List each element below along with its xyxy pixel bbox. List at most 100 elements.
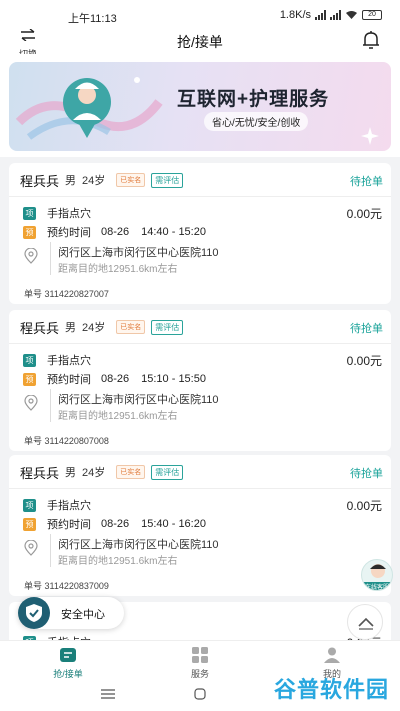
order-number-value: 3114220807008 — [44, 436, 109, 446]
appointment-line: 预 预约时间 08-26 14:40 - 15:20 — [23, 224, 206, 240]
order-status[interactable]: 待抢单 — [350, 173, 383, 189]
home-icon[interactable] — [194, 688, 206, 700]
item-chip: 项 — [23, 498, 36, 512]
appt-label: 预约时间 — [47, 519, 91, 531]
customer-age: 24岁 — [82, 467, 106, 479]
menu-icon[interactable] — [101, 689, 115, 699]
distance: 距离目的地12951.6km左右 — [58, 556, 178, 567]
back-to-top-button[interactable] — [347, 604, 383, 640]
divider — [9, 343, 391, 344]
status-icons: 1.8K/s 20 — [280, 9, 382, 21]
safety-center-label: 安全中心 — [61, 609, 105, 621]
customer-gender: 男 — [65, 467, 77, 479]
address: 闵行区上海市闵行区中心医院110 — [58, 539, 219, 551]
status-bar: 上午11:13 1.8K/s 20 — [0, 0, 400, 30]
app-header: 切换 抢/接单 — [0, 28, 400, 59]
wifi-icon — [346, 11, 357, 19]
grid-icon — [192, 647, 208, 663]
order-number: 单号 3114220827007 — [24, 287, 109, 300]
bell-icon[interactable] — [362, 30, 380, 50]
appointment-line: 预 预约时间 08-26 15:10 - 15:50 — [23, 371, 206, 387]
customer-info: 程兵兵 男 24岁 已实名 需评估 — [20, 463, 184, 481]
order-number-value: 3114220827007 — [44, 289, 109, 299]
customer-gender: 男 — [65, 322, 77, 334]
order-prefix: 单号 — [24, 289, 43, 299]
appt-chip: 预 — [23, 225, 36, 239]
appt-date: 08-26 — [101, 226, 130, 238]
appt-time: 14:40 - 15:20 — [141, 226, 206, 238]
item-chip: 项 — [23, 206, 36, 220]
order-status[interactable]: 待抢单 — [350, 465, 383, 481]
address: 闵行区上海市闵行区中心医院110 — [58, 247, 219, 259]
grab-order-icon — [60, 648, 76, 662]
order-status[interactable]: 待抢单 — [350, 320, 383, 336]
address: 闵行区上海市闵行区中心医院110 — [58, 394, 219, 406]
signal-2-icon — [330, 10, 341, 20]
customer-name: 程兵兵 — [20, 320, 60, 336]
nurse-illustration — [15, 77, 163, 140]
distance: 距离目的地12951.6km左右 — [58, 411, 178, 422]
promo-banner[interactable]: 互联网+护理服务 省心/无忧/安全/创收 — [9, 62, 391, 151]
customer-service-label: 在线客服 — [362, 582, 392, 590]
order-card[interactable]: 程兵兵 男 24岁 已实名 需评估 待抢单 项 手指点穴 0.00元 预 预约时… — [9, 455, 391, 596]
appt-time: 15:40 - 16:20 — [141, 518, 206, 530]
address-separator — [50, 534, 51, 567]
customer-info: 程兵兵 男 24岁 已实名 需评估 — [20, 171, 184, 189]
safety-center-button[interactable]: 安全中心 — [18, 597, 124, 629]
location-icon — [24, 395, 38, 411]
chevron-up-icon — [358, 617, 374, 630]
agent-avatar-icon — [370, 564, 386, 578]
assess-badge: 需评估 — [151, 319, 184, 335]
order-card[interactable]: 程兵兵 男 24岁 已实名 需评估 待抢单 项 手指点穴 0.00元 预 预约时… — [9, 163, 391, 304]
banner-subtitle: 省心/无忧/安全/创收 — [204, 112, 309, 131]
service-line: 项 手指点穴 — [23, 205, 91, 221]
address-separator — [50, 242, 51, 275]
service-name: 手指点穴 — [47, 500, 91, 512]
page-title: 抢/接单 — [177, 34, 223, 50]
order-number-value: 3114220837009 — [44, 581, 109, 591]
tab-service-label: 服务 — [190, 669, 209, 679]
tab-grab-order[interactable]: 抢/接单 — [38, 647, 98, 680]
shield-check-icon — [26, 604, 42, 622]
order-prefix: 单号 — [24, 436, 43, 446]
banner-section: 互联网+护理服务 省心/无忧/安全/创收 — [0, 54, 400, 157]
customer-name: 程兵兵 — [20, 173, 60, 189]
appt-date: 08-26 — [101, 518, 130, 530]
divider — [9, 196, 391, 197]
user-icon — [324, 647, 340, 663]
service-name: 手指点穴 — [47, 355, 91, 367]
service-line: 项 手指点穴 — [23, 497, 91, 513]
status-time: 上午11:13 — [68, 13, 117, 25]
customer-gender: 男 — [65, 175, 77, 187]
divider — [9, 488, 391, 489]
watermark-logo: 谷普软件园 — [274, 677, 390, 702]
assess-badge: 需评估 — [151, 464, 184, 480]
appt-label: 预约时间 — [47, 227, 91, 239]
customer-service-button[interactable]: 在线客服 — [361, 559, 393, 591]
appt-chip: 预 — [23, 517, 36, 531]
signal-icon — [315, 10, 326, 20]
network-speed: 1.8K/s — [279, 9, 311, 21]
service-name: 手指点穴 — [47, 208, 91, 220]
order-prefix: 单号 — [24, 581, 43, 591]
customer-age: 24岁 — [82, 322, 106, 334]
appointment-line: 预 预约时间 08-26 15:40 - 16:20 — [23, 516, 206, 532]
order-card[interactable]: 程兵兵 男 24岁 已实名 需评估 待抢单 项 手指点穴 0.00元 预 预约时… — [9, 310, 391, 451]
order-price: 0.00元 — [346, 207, 382, 221]
customer-info: 程兵兵 男 24岁 已实名 需评估 — [20, 318, 184, 336]
appt-label: 预约时间 — [47, 374, 91, 386]
order-price: 0.00元 — [346, 354, 382, 368]
appt-chip: 预 — [23, 372, 36, 386]
customer-name: 程兵兵 — [20, 465, 60, 481]
address-separator — [50, 389, 51, 422]
order-number: 单号 3114220837009 — [24, 579, 109, 592]
tab-service[interactable]: 服务 — [170, 647, 230, 680]
battery-icon: 20 — [362, 10, 382, 20]
verified-badge: 已实名 — [116, 320, 146, 334]
assess-badge: 需评估 — [151, 172, 184, 188]
appt-date: 08-26 — [101, 373, 130, 385]
sparkle-icon — [361, 127, 379, 145]
order-price: 0.00元 — [346, 499, 382, 513]
appt-time: 15:10 - 15:50 — [141, 373, 206, 385]
item-chip: 项 — [23, 353, 36, 367]
